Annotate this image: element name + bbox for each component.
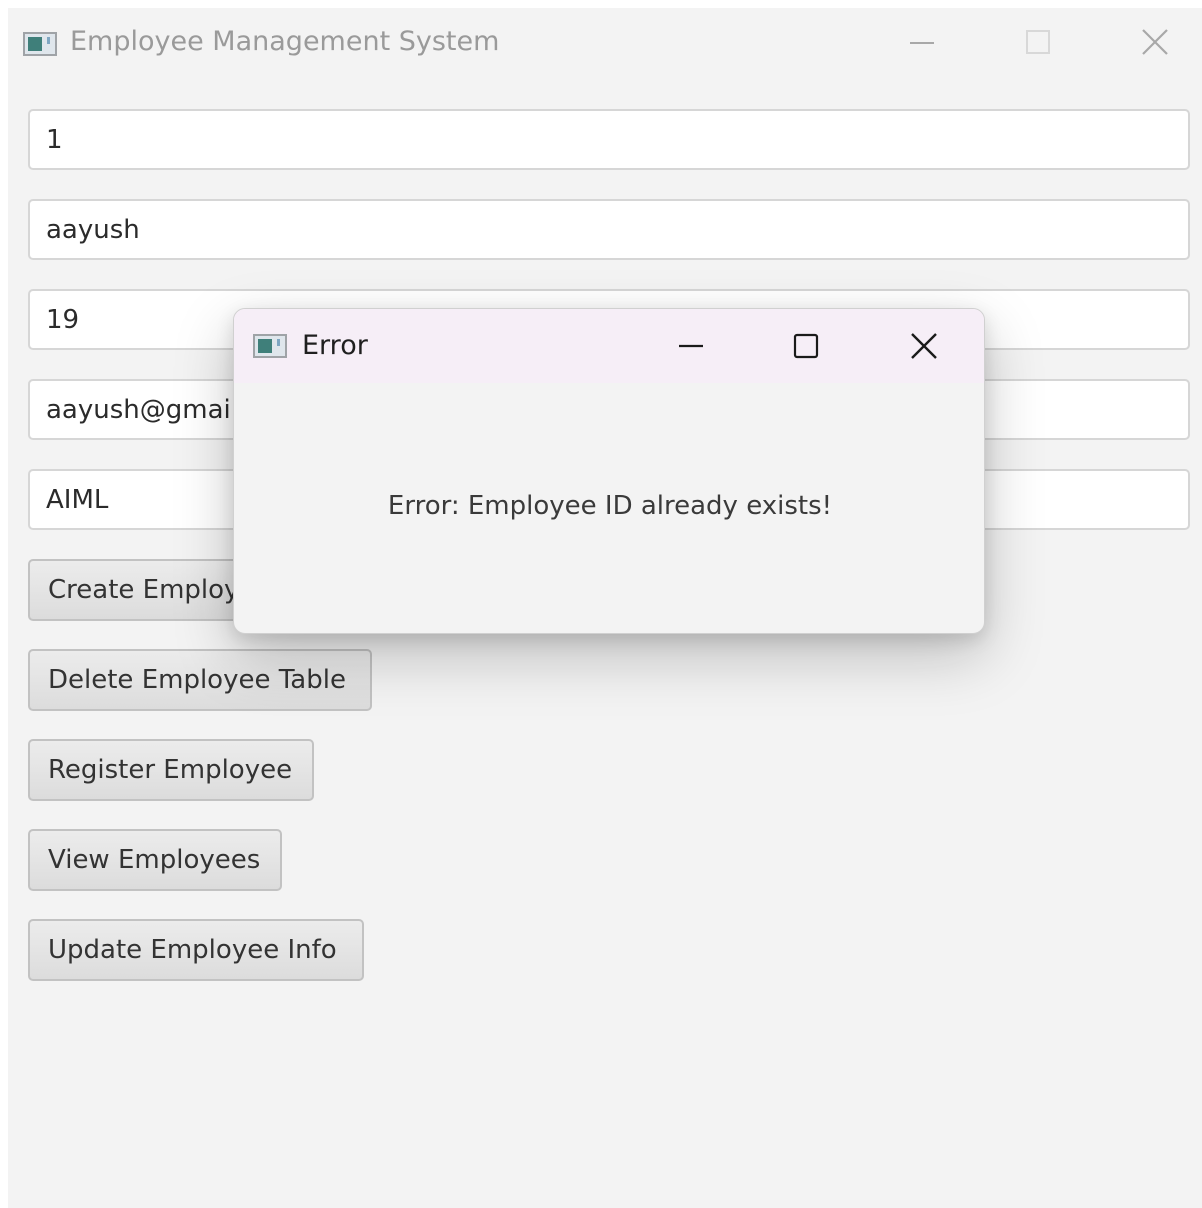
main-titlebar[interactable]: Employee Management System xyxy=(8,8,1202,80)
dialog-maximize-button[interactable] xyxy=(776,322,836,372)
register-employee-button[interactable]: Register Employee xyxy=(28,739,314,801)
app-window-icon xyxy=(23,32,57,56)
employee-id-field[interactable] xyxy=(28,109,1190,170)
dialog-title: Error xyxy=(302,330,368,361)
close-icon xyxy=(1142,29,1168,55)
window-title: Employee Management System xyxy=(70,26,500,57)
maximize-button[interactable] xyxy=(1008,19,1068,69)
maximize-icon xyxy=(793,333,819,359)
minimize-icon xyxy=(910,42,934,44)
dialog-close-button[interactable] xyxy=(894,322,954,372)
error-dialog: Error Error: Employee ID already exists! xyxy=(233,308,985,634)
view-employees-button[interactable]: View Employees xyxy=(28,829,282,891)
delete-employee-table-button[interactable]: Delete Employee Table xyxy=(28,649,372,711)
dialog-minimize-button[interactable] xyxy=(661,322,721,372)
employee-name-field[interactable] xyxy=(28,199,1190,260)
app-window-icon xyxy=(253,334,287,358)
error-message: Error: Employee ID already exists! xyxy=(387,491,833,521)
close-icon xyxy=(911,333,937,359)
minimize-button[interactable] xyxy=(892,19,952,69)
minimize-icon xyxy=(679,344,703,348)
update-employee-info-button[interactable]: Update Employee Info xyxy=(28,919,364,981)
maximize-icon xyxy=(1026,30,1050,54)
dialog-titlebar[interactable]: Error xyxy=(234,309,984,383)
close-button[interactable] xyxy=(1125,19,1185,69)
